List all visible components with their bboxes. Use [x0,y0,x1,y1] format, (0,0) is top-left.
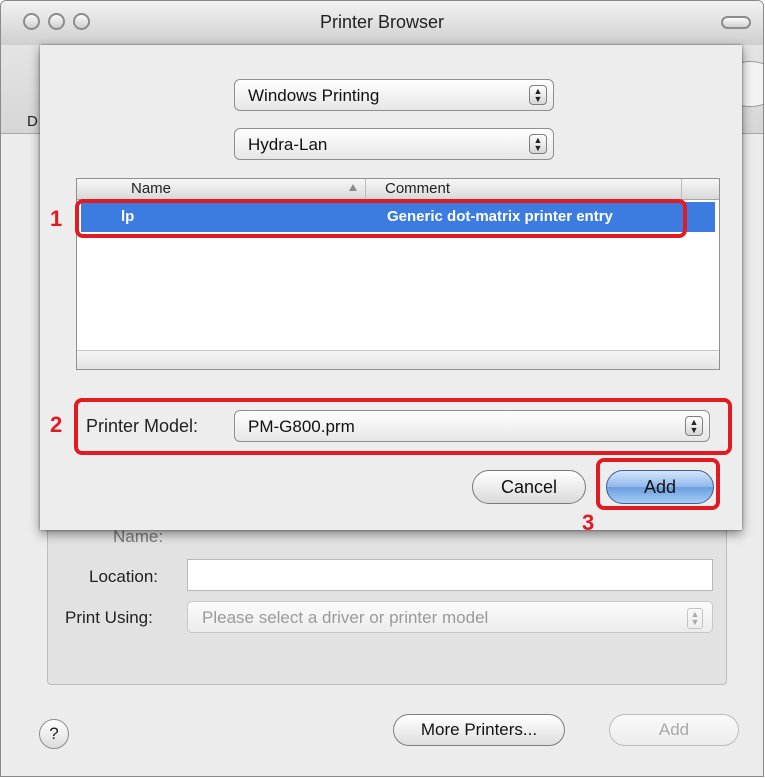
print-using-select[interactable]: Please select a driver or printer model … [187,601,713,633]
print-using-placeholder: Please select a driver or printer model [202,608,489,627]
workgroup-value: Hydra-Lan [248,135,328,154]
location-label: Location: [89,567,158,586]
column-header-name[interactable]: Name [131,180,171,197]
callout-box-2 [74,398,732,455]
callout-box-3 [596,458,720,510]
toolbar-toggle-button[interactable] [721,16,751,29]
callout-number-3: 3 [582,510,595,535]
table-footer-bar [77,350,719,369]
title-bar[interactable]: Printer Browser [1,1,763,46]
callout-number-1: 1 [50,206,63,231]
table-header: Name Comment [77,179,719,200]
updown-arrows-icon: ▲ ▼ [687,608,703,629]
sort-ascending-icon [349,184,357,191]
toolbar-item-label: D [27,113,38,130]
name-label: Name: [113,527,164,546]
updown-arrows-icon: ▲ ▼ [529,85,547,105]
help-button[interactable]: ? [39,719,69,749]
column-header-comment[interactable]: Comment [385,180,450,197]
updown-arrows-icon: ▲ ▼ [529,134,547,154]
cancel-button[interactable]: Cancel [472,470,586,504]
connection-type-popup[interactable]: Windows Printing ▲ ▼ [234,79,554,111]
column-divider [365,179,366,199]
add-button-disabled[interactable]: Add [609,714,739,746]
print-using-label: Print Using: [65,608,153,627]
location-field[interactable] [187,559,713,591]
callout-number-2: 2 [50,412,63,437]
window-title: Printer Browser [319,12,445,32]
column-divider [681,179,682,199]
callout-box-1 [75,199,687,238]
connection-type-value: Windows Printing [248,86,380,105]
workgroup-popup[interactable]: Hydra-Lan ▲ ▼ [234,128,554,160]
more-printers-button[interactable]: More Printers... [393,714,565,746]
